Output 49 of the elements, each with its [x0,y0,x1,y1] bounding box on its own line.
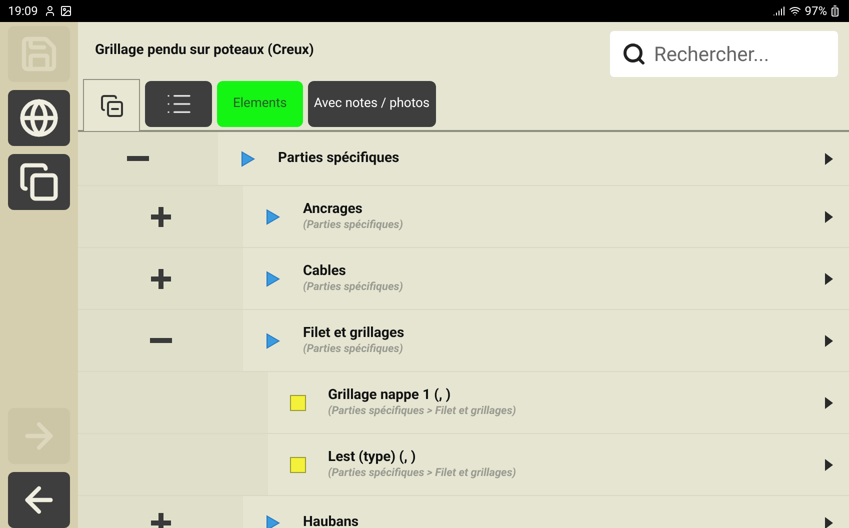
chevron-right-icon [825,458,833,470]
play-icon [266,514,280,528]
item-label: Cables [303,263,347,280]
filter-tab[interactable]: Avec notes / photos [308,81,436,127]
globe-icon [19,98,59,138]
chevron-right-icon [825,396,833,408]
copy-icon [19,162,59,202]
play-icon [241,150,255,166]
chevron-right-icon [825,272,833,284]
item-path: (Parties spécifiques) [303,280,404,294]
page-title: Grillage pendu sur poteaux (Creux) [95,40,315,60]
item-label: Ancrages [303,201,364,218]
search-field[interactable]: Rechercher... [610,31,838,77]
plus-icon [150,268,170,288]
list-view-button[interactable] [145,81,212,127]
collapse-all-button[interactable] [83,79,140,131]
item-label: Parties spécifiques [278,150,400,167]
chevron-right-icon [825,152,833,164]
item-label: Haubans [303,514,360,528]
play-icon [266,332,280,348]
minus-icon [150,338,172,343]
item-path: (Parties spécifiques > Filet et grillages) [328,404,518,418]
plus-icon [150,206,170,226]
play-icon [266,270,280,286]
item-path: (Parties spécifiques > Filet et grillages) [328,466,518,480]
chevron-right-icon [825,210,833,222]
battery-level: 97% [804,3,827,20]
square-icon [290,394,306,410]
chevron-right-icon [825,334,833,346]
battery-icon [829,5,841,17]
person-icon [44,5,56,17]
chevron-right-icon [825,516,833,528]
filter-tab[interactable]: Elements [217,81,303,127]
search-icon [622,42,646,66]
back-button[interactable] [8,472,70,528]
square-icon [290,456,306,472]
copy-button[interactable] [8,154,70,210]
globe-button[interactable] [8,90,70,146]
play-icon [266,208,280,224]
clock: 19:09 [8,3,38,20]
item-label: Grillage nappe 1 (, ) [328,387,452,404]
item-path: (Parties spécifiques) [303,342,404,356]
plus-icon [150,512,170,528]
item-path: (Parties spécifiques) [303,218,404,232]
item-label: Filet et grillages [303,325,406,342]
item-label: Lest (type) (, ) [328,449,417,466]
collapse-all-icon [100,94,124,118]
minus-icon [127,156,149,161]
image-icon [60,5,72,17]
